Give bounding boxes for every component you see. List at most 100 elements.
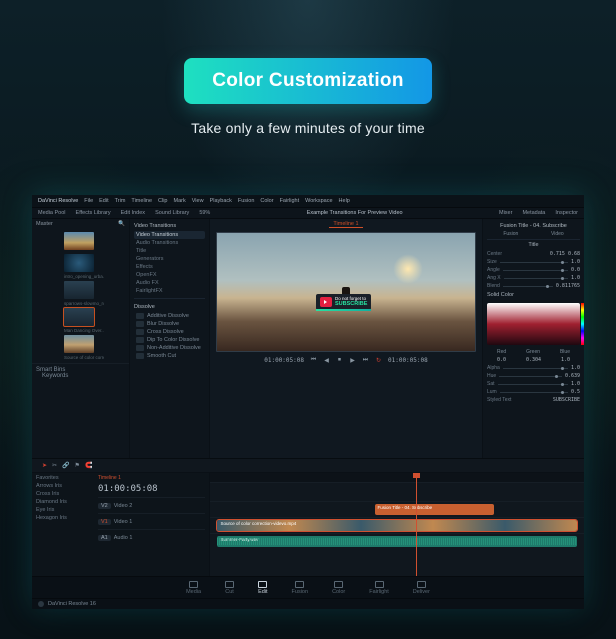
marker-tool-icon[interactable]: ⚑ bbox=[75, 462, 80, 469]
hue-slider[interactable] bbox=[581, 303, 584, 345]
blade-tool-icon[interactable]: ✂ bbox=[52, 462, 57, 469]
fav-item[interactable]: Diamond Iris bbox=[36, 499, 90, 505]
slider-alpha[interactable] bbox=[503, 368, 568, 369]
tab-effects-library[interactable]: Effects Library bbox=[76, 210, 111, 216]
fx-item[interactable]: Non-Additive Dissolve bbox=[134, 344, 205, 352]
fx-item[interactable]: Dip To Color Dissolve bbox=[134, 336, 205, 344]
color-picker[interactable] bbox=[487, 303, 580, 345]
menu-color[interactable]: Color bbox=[260, 198, 273, 204]
playhead[interactable] bbox=[416, 473, 417, 576]
clip-thumb[interactable] bbox=[64, 335, 94, 353]
category-audiofx[interactable]: Audio FX bbox=[134, 279, 205, 287]
tab-sound-library[interactable]: Sound Library bbox=[155, 210, 189, 216]
scale-label[interactable]: 59% bbox=[199, 210, 210, 216]
clip-thumb[interactable] bbox=[64, 308, 94, 326]
page-fairlight[interactable]: Fairlight bbox=[369, 581, 389, 595]
menu-workspace[interactable]: Workspace bbox=[305, 198, 332, 204]
menu-mark[interactable]: Mark bbox=[174, 198, 186, 204]
first-icon[interactable]: ⏮ bbox=[310, 357, 317, 364]
track-header-v1[interactable]: V1 Video 1 bbox=[98, 513, 205, 529]
play-icon[interactable]: ▶ bbox=[349, 357, 356, 364]
fx-item[interactable]: Blur Dissolve bbox=[134, 320, 205, 328]
menu-file[interactable]: File bbox=[84, 198, 93, 204]
loop-icon[interactable]: ↻ bbox=[375, 357, 382, 364]
app-brand: DaVinci Resolve bbox=[38, 198, 78, 204]
page-cut[interactable]: Cut bbox=[225, 581, 234, 595]
page-edit[interactable]: Edit bbox=[258, 581, 267, 595]
slider-angx[interactable] bbox=[504, 278, 568, 279]
inspector-tab-video[interactable]: Video bbox=[551, 231, 564, 237]
slider-angle[interactable] bbox=[503, 270, 568, 271]
slider-size[interactable] bbox=[500, 262, 568, 263]
media-pool-master[interactable]: Master bbox=[36, 221, 53, 227]
menu-help[interactable]: Help bbox=[339, 198, 350, 204]
rgb-red[interactable]: 0.0 bbox=[497, 357, 506, 363]
next-icon[interactable]: ⏭ bbox=[362, 357, 369, 364]
media-pool-panel: Master 🔍 intro_opening_urba... sparrows-… bbox=[32, 219, 130, 458]
menu-timeline[interactable]: Timeline bbox=[131, 198, 152, 204]
page-fusion[interactable]: Fusion bbox=[292, 581, 309, 595]
tab-media-pool[interactable]: Media Pool bbox=[38, 210, 66, 216]
link-tool-icon[interactable]: 🔗 bbox=[62, 462, 69, 469]
menu-fairlight[interactable]: Fairlight bbox=[280, 198, 300, 204]
timeline-tracks[interactable]: Fusion Title - 04. Subscribe Source of c… bbox=[210, 473, 584, 576]
fx-item[interactable]: Cross Dissolve bbox=[134, 328, 205, 336]
rgb-green[interactable]: 0.304 bbox=[526, 357, 541, 363]
category-openfx[interactable]: OpenFX bbox=[134, 271, 205, 279]
menu-edit[interactable]: Edit bbox=[99, 198, 108, 204]
sun-glow bbox=[393, 254, 423, 284]
fav-item[interactable]: Cross Iris bbox=[36, 491, 90, 497]
menu-fusion[interactable]: Fusion bbox=[238, 198, 255, 204]
page-media[interactable]: Media bbox=[186, 581, 201, 595]
timeline-ruler[interactable] bbox=[210, 473, 584, 483]
stop-icon[interactable]: ⏹ bbox=[336, 357, 343, 364]
tab-mixer[interactable]: Mixer bbox=[499, 210, 512, 216]
page-color[interactable]: Color bbox=[332, 581, 345, 595]
keywords-label[interactable]: Keywords bbox=[36, 373, 125, 379]
menu-trim[interactable]: Trim bbox=[115, 198, 126, 204]
viewer-tab[interactable]: Timeline 1 bbox=[329, 221, 362, 228]
snap-tool-icon[interactable]: 🧲 bbox=[85, 462, 92, 469]
slider-blend[interactable] bbox=[503, 286, 553, 287]
styled-text-value[interactable]: SUBSCRIBE bbox=[553, 397, 580, 403]
fx-item[interactable]: Smooth Cut bbox=[134, 352, 205, 360]
fx-item[interactable]: Additive Dissolve bbox=[134, 312, 205, 320]
track-header-v2[interactable]: V2 Video 2 bbox=[98, 497, 205, 513]
category-audio-transitions[interactable]: Audio Transitions bbox=[134, 239, 205, 247]
slider-sat[interactable] bbox=[498, 384, 568, 385]
clip-title[interactable]: Fusion Title - 04. Subscribe bbox=[375, 504, 495, 515]
category-effects[interactable]: Effects bbox=[134, 263, 205, 271]
tab-metadata[interactable]: Metadata bbox=[522, 210, 545, 216]
pointer-tool-icon[interactable]: ➤ bbox=[42, 462, 47, 469]
fav-item[interactable]: Arrows Iris bbox=[36, 483, 90, 489]
clip-thumb[interactable] bbox=[64, 281, 94, 299]
tab-inspector[interactable]: Inspector bbox=[555, 210, 578, 216]
workspace-tabs: Media Pool Effects Library Edit Index So… bbox=[32, 208, 584, 219]
category-video-transitions[interactable]: Video Transitions bbox=[134, 231, 205, 239]
prop-center[interactable]: 0.715 0.68 bbox=[550, 251, 580, 257]
menu-clip[interactable]: Clip bbox=[158, 198, 167, 204]
inspector-tab-fusion[interactable]: Fusion bbox=[503, 231, 518, 237]
track-header-a1[interactable]: A1 Audio 1 bbox=[98, 529, 205, 545]
search-icon[interactable]: 🔍 bbox=[118, 221, 125, 227]
slider-hue[interactable] bbox=[499, 376, 562, 377]
clip-thumb[interactable] bbox=[64, 254, 94, 272]
viewer-canvas[interactable]: Do not forget to SUBSCRIBE bbox=[216, 232, 476, 352]
clip-audio[interactable]: Summer-Party.wav bbox=[217, 536, 576, 547]
rgb-blue-label: Blue bbox=[560, 349, 570, 355]
category-fairlightfx[interactable]: FairlightFX bbox=[134, 287, 205, 295]
page-deliver[interactable]: Deliver bbox=[413, 581, 430, 595]
clip-thumb[interactable] bbox=[64, 232, 94, 250]
prev-icon[interactable]: ◀ bbox=[323, 357, 330, 364]
effects-header: Video Transitions bbox=[134, 221, 205, 231]
fav-item[interactable]: Eye Iris bbox=[36, 507, 90, 513]
fav-item[interactable]: Hexagon Iris bbox=[36, 515, 90, 521]
slider-lum[interactable] bbox=[500, 392, 568, 393]
category-generators[interactable]: Generators bbox=[134, 255, 205, 263]
menu-playback[interactable]: Playback bbox=[210, 198, 232, 204]
menu-view[interactable]: View bbox=[192, 198, 204, 204]
clip-video[interactable]: Source of color correction-videvo.mp4 bbox=[217, 520, 576, 531]
category-title[interactable]: Title bbox=[134, 247, 205, 255]
rgb-blue[interactable]: 1.0 bbox=[561, 357, 570, 363]
tab-edit-index[interactable]: Edit Index bbox=[121, 210, 145, 216]
